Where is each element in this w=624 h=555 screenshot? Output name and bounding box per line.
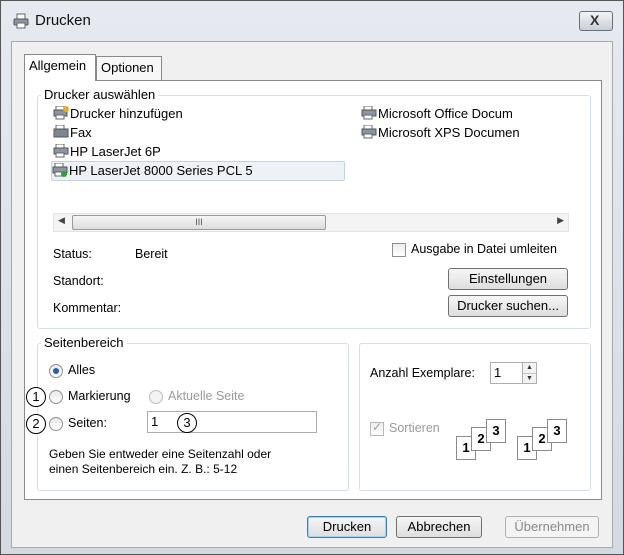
page-range-label: Seitenbereich bbox=[41, 335, 127, 350]
radio-pages[interactable] bbox=[49, 417, 63, 431]
printer-icon bbox=[361, 106, 377, 120]
annotation-marker-3: 3 bbox=[177, 413, 197, 433]
copies-spinner[interactable]: ▲ ▼ bbox=[522, 362, 537, 384]
page-range-hint-2: einen Seitenbereich ein. Z. B.: 5-12 bbox=[49, 462, 238, 476]
close-icon: X bbox=[590, 12, 600, 28]
find-printer-button[interactable]: Drucker suchen... bbox=[448, 295, 568, 317]
printer-item-add[interactable]: Drucker hinzufügen bbox=[53, 105, 183, 123]
collate-page: 3 bbox=[547, 419, 567, 443]
printer-name: Fax bbox=[70, 125, 92, 140]
collate-label: Sortieren bbox=[389, 421, 440, 435]
printer-name: HP LaserJet 8000 Series PCL 5 bbox=[69, 163, 253, 178]
print-to-file-label: Ausgabe in Datei umleiten bbox=[411, 242, 557, 256]
close-button[interactable]: X bbox=[579, 11, 613, 31]
pages-input[interactable]: 1 bbox=[147, 411, 317, 433]
radio-current-page[interactable] bbox=[149, 390, 163, 404]
radio-selection[interactable] bbox=[49, 390, 63, 404]
scroll-left-icon[interactable]: ◀ bbox=[58, 215, 65, 226]
annotation-marker-2: 2 bbox=[26, 414, 46, 434]
fax-icon bbox=[53, 125, 69, 138]
radio-all[interactable] bbox=[49, 364, 63, 378]
printer-name: Drucker hinzufügen bbox=[70, 106, 183, 121]
printer-item-hp6p[interactable]: HP LaserJet 6P bbox=[53, 143, 161, 161]
printer-item-ms-xps[interactable]: Microsoft XPS Documen bbox=[361, 124, 520, 142]
page-range-hint-1: Geben Sie entweder eine Seitenzahl oder bbox=[49, 447, 272, 461]
printer-item-ms-office[interactable]: Microsoft Office Docum bbox=[361, 105, 513, 123]
printer-icon bbox=[13, 13, 29, 29]
collate-checkbox[interactable]: ✓ bbox=[370, 420, 384, 436]
printer-icon bbox=[53, 144, 69, 158]
status-label: Status: bbox=[53, 247, 92, 261]
printer-item-fax[interactable]: Fax bbox=[53, 124, 92, 142]
radio-selection-label: Markierung bbox=[68, 389, 131, 403]
title-bar: Drucken X bbox=[1, 1, 623, 41]
dialog-client-area: Allgemein Optionen Drucker auswählen Dru… bbox=[11, 41, 613, 548]
printer-name: Microsoft Office Docum bbox=[378, 106, 513, 121]
radio-selected-dot bbox=[53, 368, 59, 374]
print-to-file-checkbox[interactable] bbox=[392, 243, 406, 257]
printer-name: Microsoft XPS Documen bbox=[378, 125, 520, 140]
cancel-button[interactable]: Abbrechen bbox=[396, 516, 482, 538]
radio-pages-label: Seiten: bbox=[68, 416, 107, 430]
printer-icon bbox=[361, 125, 377, 139]
print-dialog: Drucken X Allgemein Optionen Drucker aus… bbox=[0, 0, 624, 555]
collate-page: 3 bbox=[486, 419, 506, 443]
check-icon: ✓ bbox=[372, 420, 383, 434]
scroll-right-icon[interactable]: ▶ bbox=[557, 215, 564, 226]
print-button[interactable]: Drucken bbox=[307, 516, 387, 538]
default-printer-icon bbox=[52, 163, 68, 177]
printer-item-hp8000[interactable]: HP LaserJet 8000 Series PCL 5 bbox=[51, 161, 345, 181]
printer-group-label: Drucker auswählen bbox=[41, 87, 159, 102]
settings-button[interactable]: Einstellungen bbox=[448, 268, 568, 290]
copies-label: Anzahl Exemplare: bbox=[370, 366, 475, 380]
window-title: Drucken bbox=[35, 12, 91, 29]
scroll-thumb[interactable]: III bbox=[72, 215, 326, 230]
location-label: Standort: bbox=[53, 274, 104, 288]
tab-optionen[interactable]: Optionen bbox=[96, 56, 162, 80]
spin-up-icon[interactable]: ▲ bbox=[523, 363, 536, 374]
printer-name: HP LaserJet 6P bbox=[70, 144, 161, 159]
radio-current-page-label: Aktuelle Seite bbox=[168, 389, 245, 403]
tab-panel-allgemein: Drucker auswählen Drucker hinzufügen Fax… bbox=[24, 80, 602, 500]
add-printer-icon bbox=[53, 106, 69, 120]
spin-down-icon[interactable]: ▼ bbox=[523, 374, 536, 384]
radio-all-label: Alles bbox=[68, 363, 96, 377]
apply-button[interactable]: Übernehmen bbox=[505, 516, 599, 538]
comment-label: Kommentar: bbox=[53, 301, 122, 315]
tab-allgemein[interactable]: Allgemein bbox=[24, 54, 96, 81]
status-value: Bereit bbox=[135, 247, 168, 261]
annotation-marker-1: 1 bbox=[26, 387, 46, 407]
printer-list-scrollbar[interactable]: ◀ III ▶ bbox=[53, 213, 569, 232]
